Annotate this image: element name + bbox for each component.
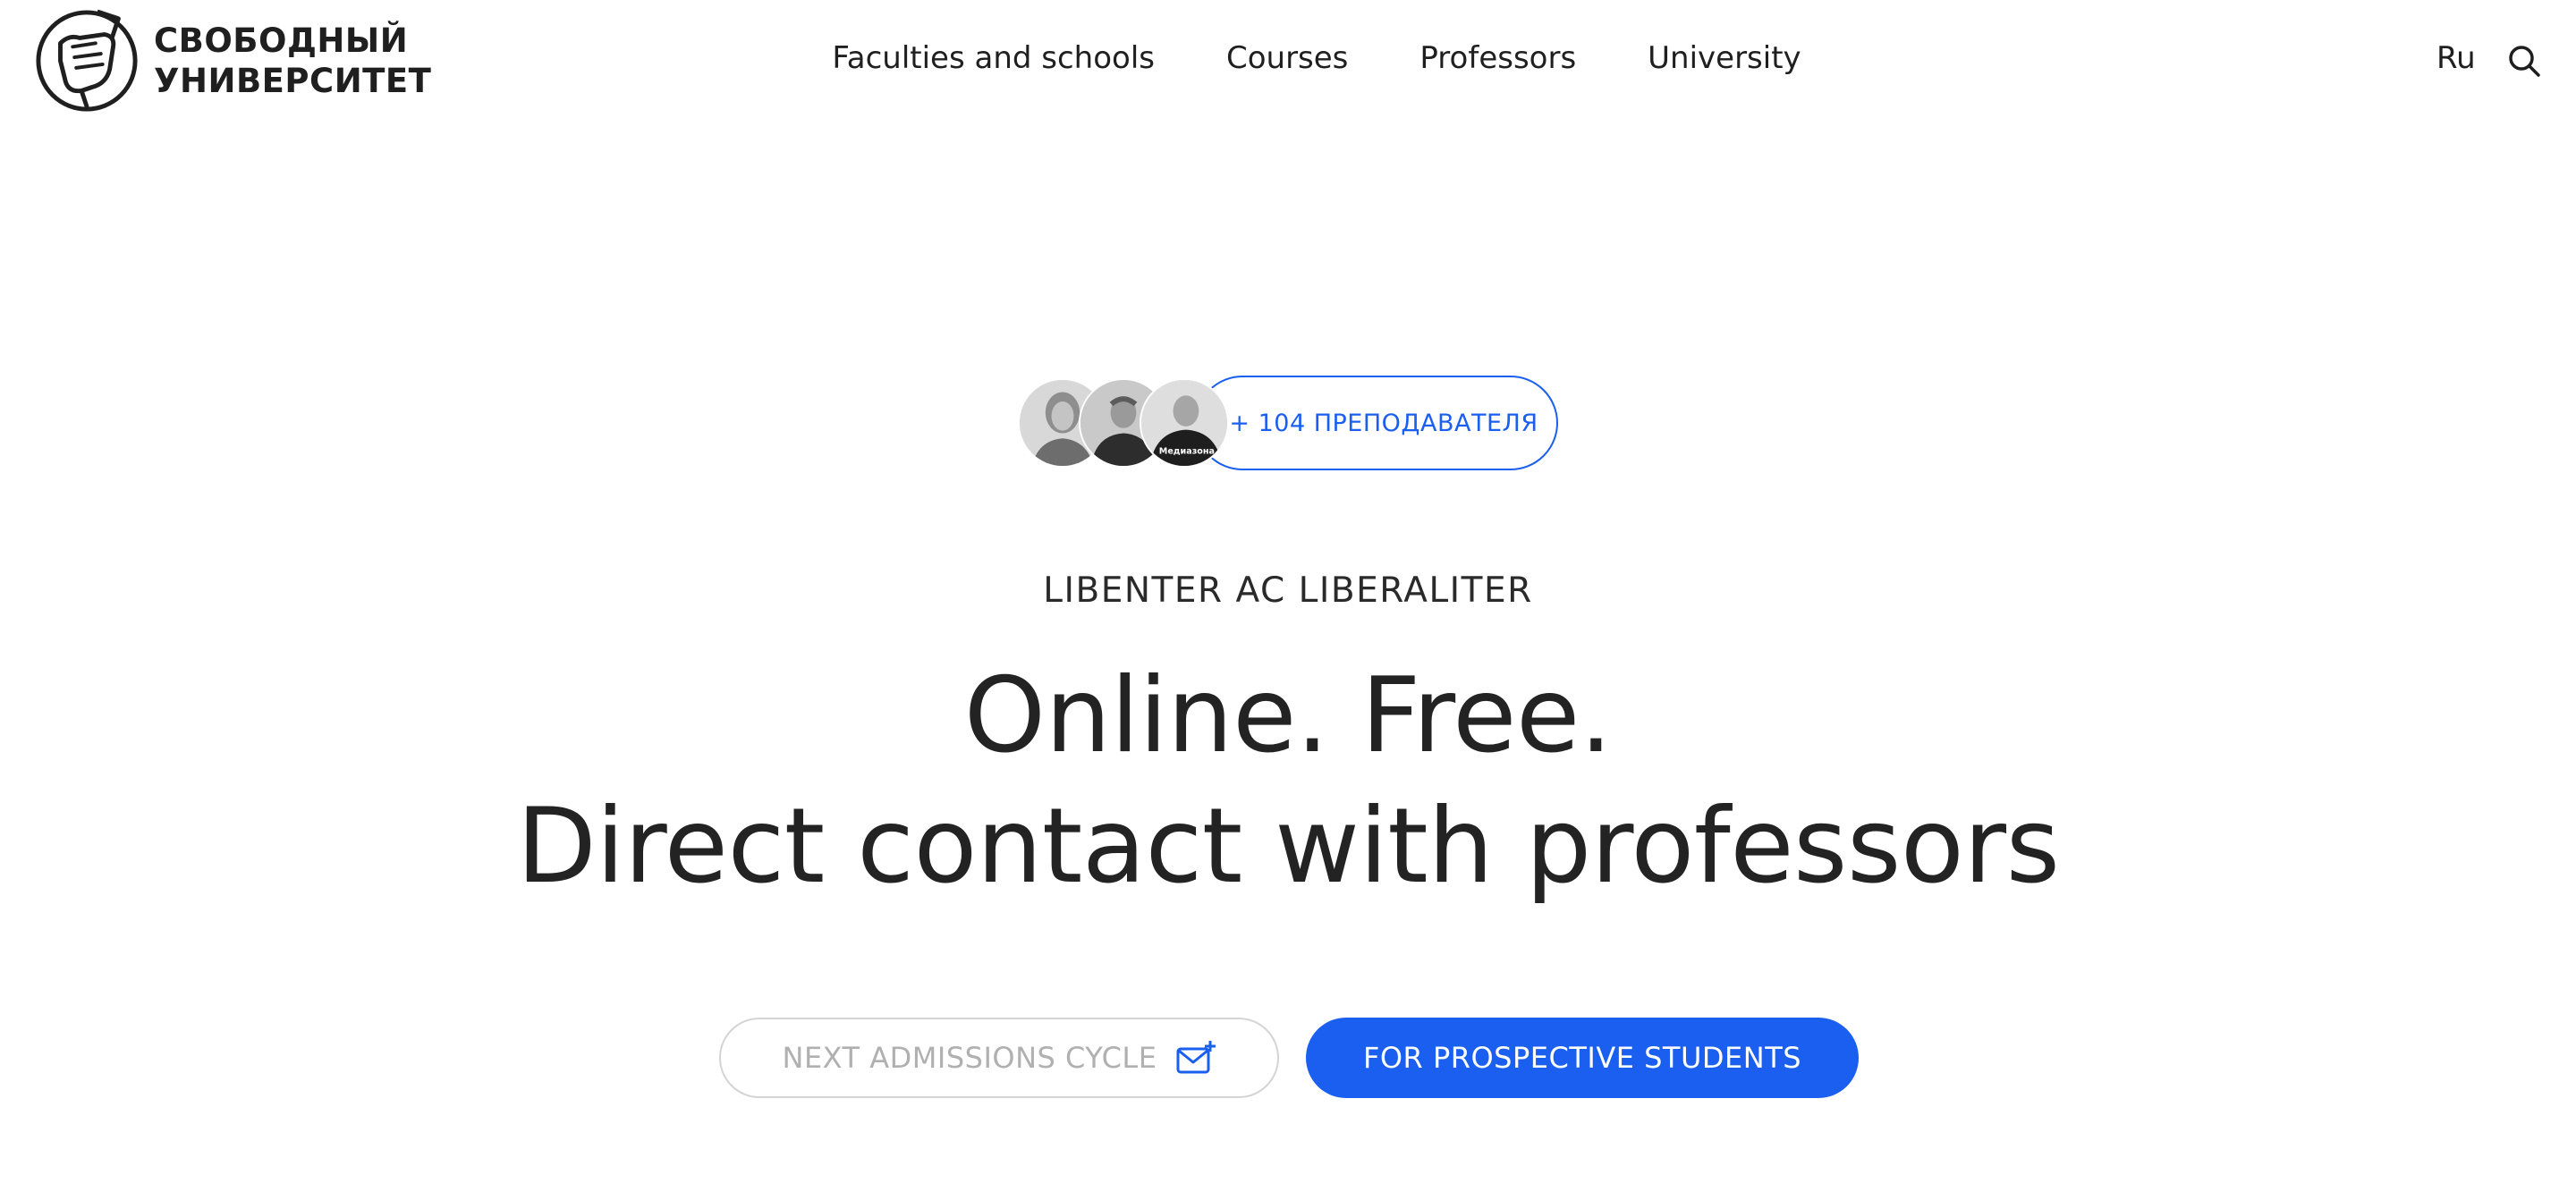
page-title: Online. Free. Direct contact with profes… — [0, 651, 2576, 912]
headline-line-2: Direct contact with professors — [516, 786, 2060, 907]
page: СВОБОДНЫЙ УНИВЕРСИТЕТ Faculties and scho… — [0, 0, 2576, 1200]
next-admissions-button[interactable]: NEXT ADMISSIONS CYCLE — [719, 1018, 1279, 1098]
prospective-students-button[interactable]: FOR PROSPECTIVE STUDENTS — [1306, 1018, 1859, 1098]
nav-item-faculties[interactable]: Faculties and schools — [832, 32, 1155, 84]
site-header: СВОБОДНЫЙ УНИВЕРСИТЕТ Faculties and scho… — [0, 0, 2576, 125]
nav-item-university[interactable]: University — [1648, 32, 1801, 84]
headline-line-1: Online. Free. — [963, 655, 1613, 776]
mail-plus-icon — [1176, 1041, 1216, 1074]
professor-photo-3: Медиазона — [1141, 380, 1227, 466]
teachers-badge[interactable]: Медиазона + 104 ПРЕПОДАВАТЕЛЯ — [1018, 376, 1559, 470]
teachers-count-link[interactable]: + 104 ПРЕПОДАВАТЕЛЯ — [1195, 376, 1558, 470]
main-nav: Faculties and schools Courses Professors… — [0, 32, 2576, 84]
avatar-shirt-caption: Медиазона — [1159, 447, 1215, 457]
next-admissions-label: NEXT ADMISSIONS CYCLE — [782, 1041, 1157, 1075]
nav-item-courses[interactable]: Courses — [1226, 32, 1348, 84]
language-switch[interactable]: Ru — [2436, 32, 2476, 84]
search-icon[interactable] — [2506, 43, 2542, 79]
avatar: Медиазона — [1140, 378, 1229, 468]
motto: LIBENTER AC LIBERALITER — [1043, 570, 1533, 611]
nav-item-professors[interactable]: Professors — [1419, 32, 1576, 84]
